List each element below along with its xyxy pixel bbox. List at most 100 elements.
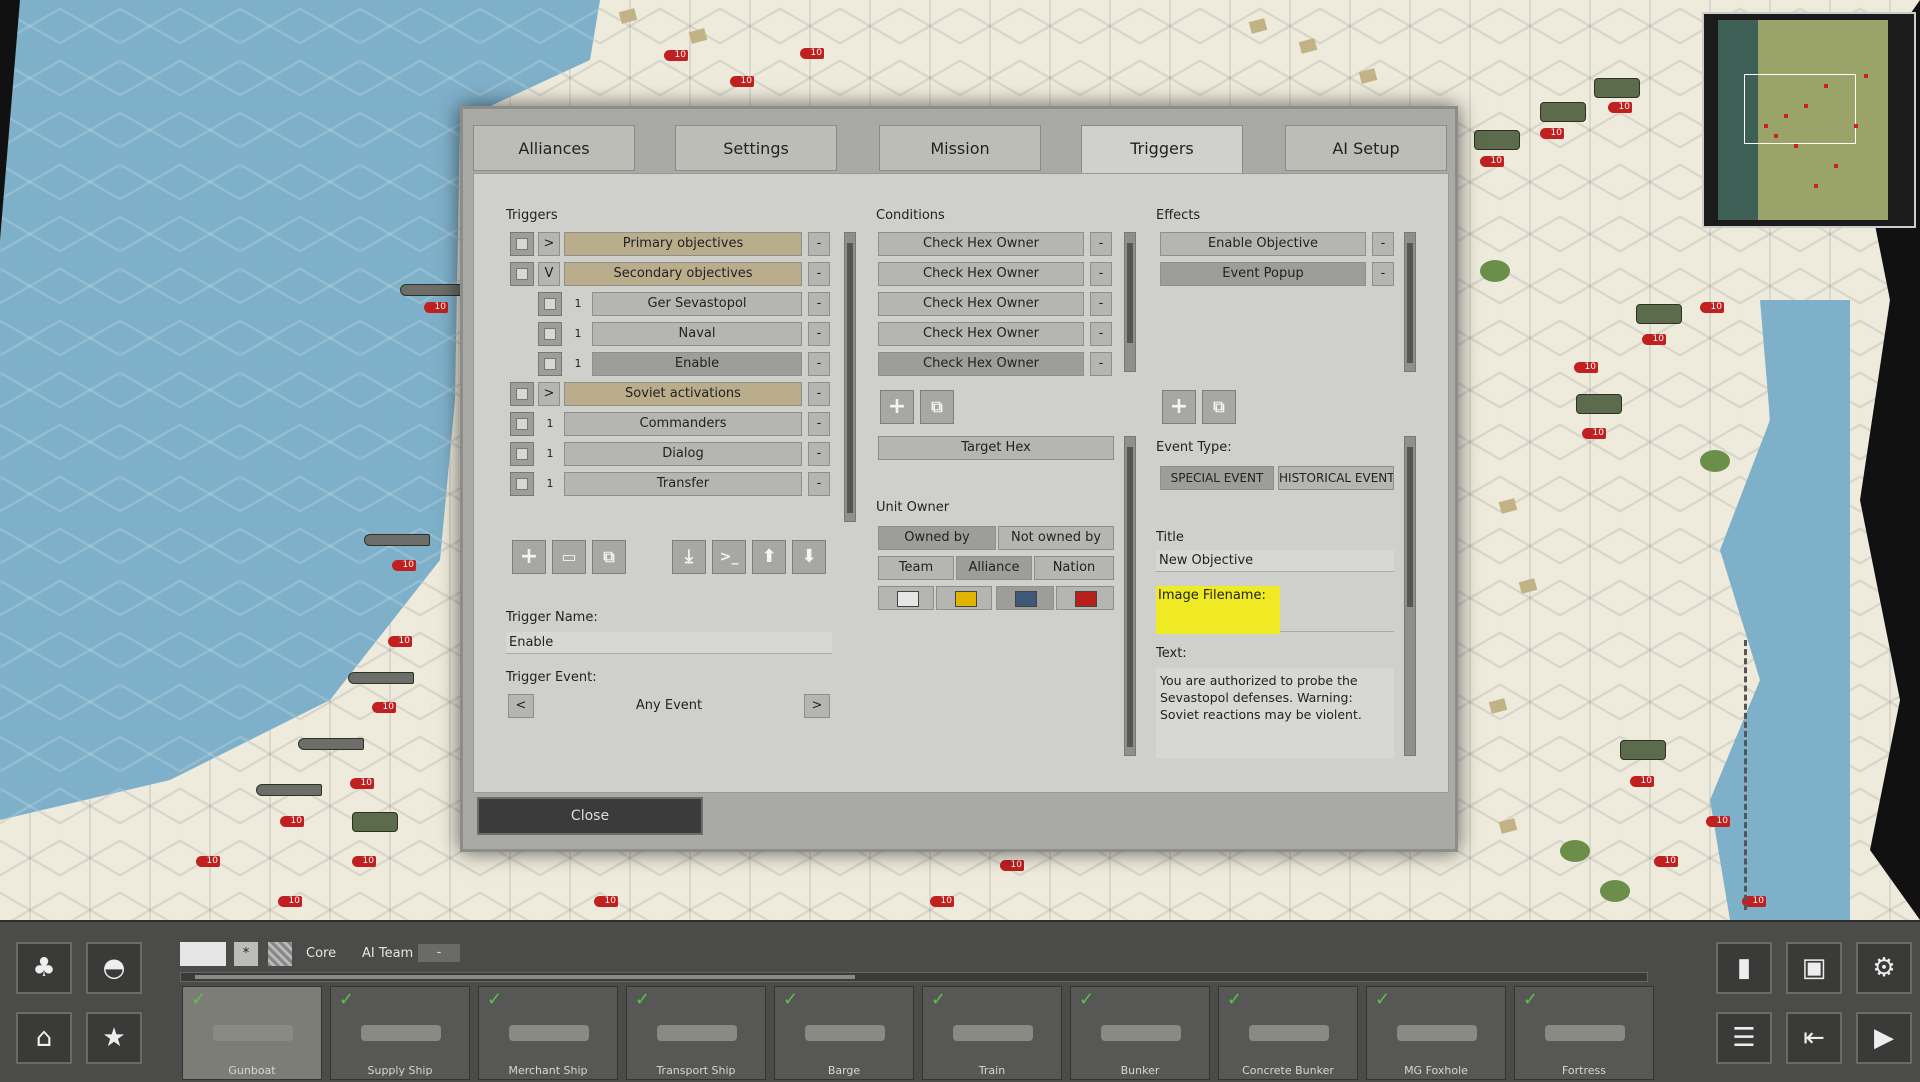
truck-unit[interactable] [1540, 102, 1586, 122]
tab-ai-setup[interactable]: AI Setup [1285, 125, 1447, 171]
target-hex-button[interactable]: Target Hex [878, 436, 1114, 460]
ship-unit[interactable] [298, 738, 364, 750]
add-group-button[interactable]: ▭ [552, 540, 586, 574]
ship-unit[interactable] [364, 534, 430, 546]
trigger-item-secondary-objectives[interactable]: Secondary objectives [564, 262, 802, 286]
tank-unit[interactable] [1594, 78, 1640, 98]
unit-list-scrollbar[interactable] [180, 972, 1648, 982]
condition-remove-button[interactable]: - [1090, 232, 1112, 256]
trigger-item-naval[interactable]: Naval [592, 322, 802, 346]
settings-button[interactable]: ⚙ [1856, 942, 1912, 994]
trigger-item-dialog[interactable]: Dialog [564, 442, 802, 466]
trigger-remove-button[interactable]: - [808, 412, 830, 436]
not-owned-by-button[interactable]: Not owned by [998, 526, 1114, 550]
trigger-item-transfer[interactable]: Transfer [564, 472, 802, 496]
trigger-expand-toggle[interactable]: > [538, 232, 560, 256]
trigger-item-commanders[interactable]: Commanders [564, 412, 802, 436]
ship-unit[interactable] [256, 784, 322, 796]
trigger-expand-toggle[interactable]: V [538, 262, 560, 286]
trigger-remove-button[interactable]: - [808, 232, 830, 256]
list-button[interactable]: ☰ [1716, 1012, 1772, 1064]
move-up-button[interactable]: ⬆ [752, 540, 786, 574]
team-button[interactable]: Team [878, 556, 954, 580]
trigger-name-input[interactable]: Enable [506, 632, 832, 654]
condition-item[interactable]: Check Hex Owner [878, 322, 1084, 346]
trigger-checkbox[interactable] [538, 352, 562, 376]
tab-settings[interactable]: Settings [675, 125, 837, 171]
next-event-button[interactable]: > [804, 694, 830, 718]
trigger-item-ger-sevastopol[interactable]: Ger Sevastopol [592, 292, 802, 316]
move-down-button[interactable]: ⬇ [792, 540, 826, 574]
ship-unit[interactable] [348, 672, 414, 684]
scrollbar-thumb[interactable] [195, 975, 855, 979]
add-trigger-button[interactable]: + [512, 540, 546, 574]
play-button[interactable]: ▶ [1856, 1012, 1912, 1064]
tab-alliances[interactable]: Alliances [473, 125, 635, 171]
unit-card[interactable]: ✓ Gunboat [182, 986, 322, 1080]
tank-unit[interactable] [1620, 740, 1666, 760]
trigger-item-soviet-activations[interactable]: Soviet activations [564, 382, 802, 406]
unit-card[interactable]: ✓ Concrete Bunker [1218, 986, 1358, 1080]
condition-item[interactable]: Check Hex Owner [878, 262, 1084, 286]
condition-item[interactable]: Check Hex Owner [878, 292, 1084, 316]
image-filename-input[interactable] [1280, 610, 1394, 632]
add-condition-button[interactable]: + [880, 390, 914, 424]
color-blue-button[interactable] [996, 586, 1054, 610]
unit-card[interactable]: ✓ Supply Ship [330, 986, 470, 1080]
condition-item-selected[interactable]: Check Hex Owner [878, 352, 1084, 376]
unit-card[interactable]: ✓ Barge [774, 986, 914, 1080]
trigger-expand-toggle[interactable]: > [538, 382, 560, 406]
trigger-remove-button[interactable]: - [808, 352, 830, 376]
scrollbar-thumb[interactable] [1127, 447, 1133, 747]
unit-card[interactable]: ✓ Bunker [1070, 986, 1210, 1080]
ai-team-select[interactable]: - [418, 944, 460, 962]
script-button[interactable]: >_ [712, 540, 746, 574]
star-filter-button[interactable]: * [234, 942, 258, 966]
minimap[interactable] [1702, 12, 1916, 228]
trigger-checkbox[interactable] [510, 412, 534, 436]
color-white-button[interactable] [878, 586, 934, 610]
trigger-remove-button[interactable]: - [808, 292, 830, 316]
trigger-remove-button[interactable]: - [808, 322, 830, 346]
tab-mission[interactable]: Mission [879, 125, 1041, 171]
trigger-checkbox[interactable] [510, 232, 534, 256]
scrollbar-thumb[interactable] [1127, 243, 1133, 343]
triggers-scrollbar[interactable] [844, 232, 856, 522]
trigger-checkbox[interactable] [510, 382, 534, 406]
favorites-button[interactable]: ★ [86, 1012, 142, 1064]
unit-card[interactable]: ✓ MG Foxhole [1366, 986, 1506, 1080]
unit-card[interactable]: ✓ Train [922, 986, 1062, 1080]
tank-unit[interactable] [1474, 130, 1520, 150]
trigger-checkbox[interactable] [510, 262, 534, 286]
nation-button[interactable]: Nation [1034, 556, 1114, 580]
effects-scrollbar[interactable] [1404, 232, 1416, 372]
trigger-remove-button[interactable]: - [808, 382, 830, 406]
condition-item[interactable]: Check Hex Owner [878, 232, 1084, 256]
condition-detail-scrollbar[interactable] [1124, 436, 1136, 756]
historical-event-button[interactable]: HISTORICAL EVENT [1278, 466, 1394, 490]
trigger-checkbox[interactable] [510, 442, 534, 466]
condition-remove-button[interactable]: - [1090, 292, 1112, 316]
prev-event-button[interactable]: < [508, 694, 534, 718]
home-button[interactable]: ⌂ [16, 1012, 72, 1064]
special-event-button[interactable]: SPECIAL EVENT [1160, 466, 1274, 490]
owned-by-button[interactable]: Owned by [878, 526, 996, 550]
scrollbar-thumb[interactable] [1407, 447, 1413, 607]
copy-condition-button[interactable]: ⧉ [920, 390, 954, 424]
trigger-item-enable[interactable]: Enable [592, 352, 802, 376]
add-effect-button[interactable]: + [1162, 390, 1196, 424]
tab-triggers[interactable]: Triggers [1081, 125, 1243, 175]
units-mode-button[interactable]: ◓ [86, 942, 142, 994]
trigger-checkbox[interactable] [538, 292, 562, 316]
trigger-item-primary-objectives[interactable]: Primary objectives [564, 232, 802, 256]
effect-item-event-popup[interactable]: Event Popup [1160, 262, 1366, 286]
condition-remove-button[interactable]: - [1090, 322, 1112, 346]
title-input[interactable]: New Objective [1156, 550, 1394, 572]
effect-remove-button[interactable]: - [1372, 262, 1394, 286]
alliance-button[interactable]: Alliance [956, 556, 1032, 580]
effect-item-enable-objective[interactable]: Enable Objective [1160, 232, 1366, 256]
trigger-checkbox[interactable] [510, 472, 534, 496]
terrain-mode-button[interactable]: ♣ [16, 942, 72, 994]
unit-card[interactable]: ✓ Fortress [1514, 986, 1654, 1080]
tank-unit[interactable] [1576, 394, 1622, 414]
